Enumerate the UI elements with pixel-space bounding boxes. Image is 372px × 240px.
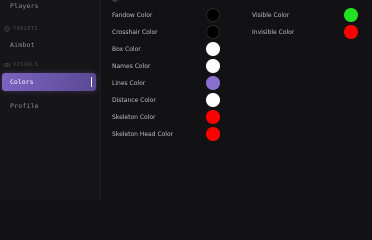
names-color-label: Names Color xyxy=(112,63,151,70)
distance-color-swatch[interactable] xyxy=(206,93,220,107)
visible-color-label: Visible Color xyxy=(252,12,290,19)
crosshair-color-label: Crosshair Color xyxy=(112,29,158,36)
section-header-visuals: VISUALS xyxy=(4,62,38,68)
skeleton-color-label: Skeleton Color xyxy=(112,114,156,121)
box-color-swatch[interactable] xyxy=(206,42,220,56)
eye-icon xyxy=(4,62,10,68)
visible-color-swatch[interactable] xyxy=(344,8,358,22)
distance-color-label: Distance Color xyxy=(112,97,156,104)
scroll-overflow-dot xyxy=(112,0,118,2)
skeleton-head-color-label: Skeleton Head Color xyxy=(112,131,174,138)
fandow-color-label: Fandow Color xyxy=(112,12,153,19)
active-indicator xyxy=(90,77,92,87)
sidebar-item-profile[interactable]: Profile xyxy=(10,102,39,110)
skeleton-head-color-swatch[interactable] xyxy=(206,127,220,141)
box-color-label: Box Color xyxy=(112,46,141,53)
invisible-color-label: Invisible Color xyxy=(252,29,295,36)
section-header-label: VISUALS xyxy=(13,62,39,68)
lines-color-label: Lines Color xyxy=(112,80,146,87)
crosshair-color-swatch[interactable] xyxy=(206,25,220,39)
names-color-swatch[interactable] xyxy=(206,59,220,73)
section-header-targets: TARGETS xyxy=(4,26,38,32)
sidebar-item-label: Colors xyxy=(10,78,34,86)
section-header-label: TARGETS xyxy=(13,26,39,32)
crosshair-icon xyxy=(4,26,10,32)
sidebar-item-aimbot[interactable]: Aimbot xyxy=(10,41,35,49)
fandow-color-swatch[interactable] xyxy=(206,8,220,22)
sidebar-item-colors[interactable]: Colors xyxy=(2,73,96,91)
lines-color-swatch[interactable] xyxy=(206,76,220,90)
skeleton-color-swatch[interactable] xyxy=(206,110,220,124)
invisible-color-swatch[interactable] xyxy=(344,25,358,39)
sidebar-item-players[interactable]: Players xyxy=(10,2,39,10)
sidebar: Players TARGETS Aimbot VISUALS Colors Pr… xyxy=(0,0,101,200)
